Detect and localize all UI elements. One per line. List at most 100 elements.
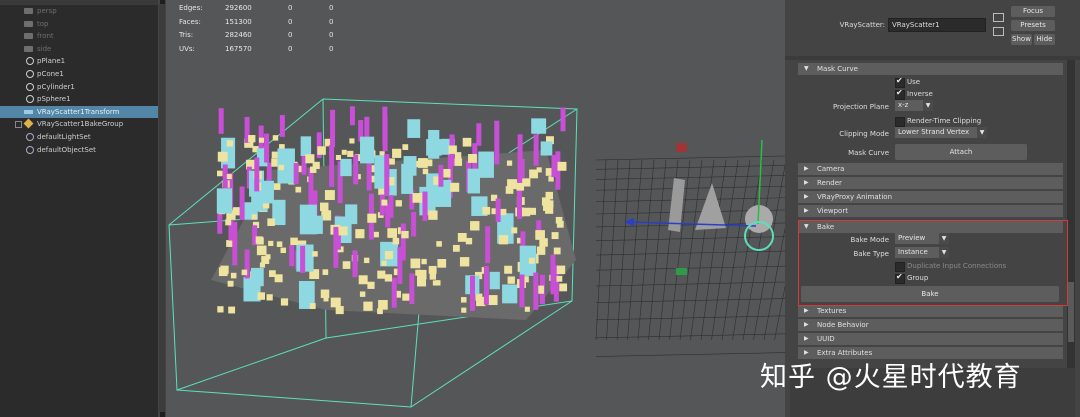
scatter-instance (556, 275, 563, 282)
scatter-instance (417, 277, 427, 287)
scatter-instance (557, 161, 567, 171)
section-title: UUID (817, 335, 835, 343)
scatter-instance (290, 237, 298, 246)
focus-input-icon[interactable] (993, 13, 1004, 22)
section-camera[interactable]: ▶ Camera (798, 163, 1063, 175)
scatter-instance (387, 228, 398, 238)
section-textures[interactable]: ▶ Textures (798, 305, 1063, 317)
attach-button[interactable]: Attach (895, 144, 1027, 160)
scatter-instance (556, 220, 564, 228)
scatter-instance (289, 244, 295, 267)
light-icon-green[interactable] (676, 268, 687, 275)
light-icon-red[interactable] (676, 143, 687, 152)
scatter-instance (516, 182, 525, 191)
scatter-instance (322, 269, 329, 275)
scatter-instance (363, 301, 373, 311)
show-button[interactable]: Show (1011, 34, 1032, 45)
scatter-instance (436, 241, 442, 247)
outliner-item[interactable]: top (0, 18, 158, 30)
focus-output-icon[interactable] (993, 27, 1004, 36)
scatter-instance (268, 240, 274, 247)
scatter-instance (454, 158, 463, 166)
outliner-item[interactable]: VRayScatter1Transform (0, 105, 158, 118)
scatter-instance (407, 119, 421, 138)
section-render[interactable]: ▶ Render (798, 177, 1063, 189)
scatter-instance (528, 257, 535, 264)
scatter-instance (494, 120, 500, 165)
scatter-instance (384, 251, 394, 260)
scene-canvas[interactable] (166, 0, 785, 417)
scatter-instance (395, 200, 402, 207)
scatter-instance (437, 259, 447, 268)
scatter-instance (274, 274, 283, 283)
scatter-instance (226, 140, 233, 147)
scatter-instance (312, 251, 318, 257)
outliner-item[interactable]: side (0, 43, 158, 55)
render-time-clipping-label: Render-Time Clipping (907, 117, 982, 125)
scatter-instance (254, 157, 260, 192)
section-mask-curve[interactable]: ▼ Mask Curve (798, 63, 1063, 75)
scatter-instance (324, 190, 335, 200)
outliner-item[interactable]: pCylinder1 (0, 81, 158, 93)
outliner-item-label: pSphere1 (37, 95, 71, 104)
outliner-item[interactable]: persp (0, 5, 158, 17)
projection-plane-dropdown[interactable]: x-z ▼ (895, 100, 933, 111)
section-vrayproxy-animation[interactable]: ▶ VRayProxy Animation (798, 191, 1063, 203)
scatter-instance (412, 193, 423, 203)
scatter-instance (251, 214, 257, 220)
mesh-icon (26, 70, 34, 78)
use-checkbox[interactable] (895, 76, 905, 88)
scatter-instance (524, 306, 530, 312)
scatter-instance (519, 158, 525, 179)
attribute-scroll-thumb[interactable] (1068, 282, 1074, 342)
scatter-instance (250, 267, 264, 287)
scatter-instance (355, 229, 365, 239)
outliner-scroll-thumb[interactable] (159, 4, 165, 412)
scatter-instance (550, 254, 556, 295)
node-name-field[interactable]: VRayScatter1 (888, 18, 986, 32)
outliner-item-label: side (37, 44, 52, 53)
scatter-instance (498, 235, 509, 245)
section-uuid[interactable]: ▶ UUID (798, 333, 1063, 345)
scatter-instance (338, 226, 348, 236)
scatter-instance (507, 179, 518, 190)
camera-icon (24, 20, 33, 27)
scatter-instance (428, 210, 438, 220)
scatter-instance (228, 306, 236, 314)
scatter-instance (422, 168, 429, 175)
outliner-item[interactable]: VRayScatter1BakeGroup (0, 118, 158, 130)
outliner-item[interactable]: front (0, 30, 158, 42)
clipping-mode-dropdown[interactable]: Lower Strand Vertex ▼ (895, 127, 987, 138)
collapsed-triangle-icon: ▶ (804, 193, 809, 200)
scatter-instance (511, 227, 518, 234)
scatter-instance (519, 274, 525, 308)
clipping-mode-value: Lower Strand Vertex (898, 128, 970, 136)
inverse-label: Inverse (907, 90, 933, 98)
mesh-icon (26, 57, 34, 66)
outliner-item[interactable]: defaultLightSet (0, 131, 158, 143)
scatter-instance (478, 151, 494, 178)
viewport-3d[interactable]: Edges: 292600 0 0 Faces: 151300 0 0 Tris: 282460 0… (166, 0, 785, 417)
render-time-clipping-checkbox[interactable] (895, 117, 905, 127)
scatter-instance (388, 158, 395, 165)
outliner-item[interactable]: pCone1 (0, 68, 158, 80)
scatter-instance (402, 144, 409, 150)
scatter-instance (300, 136, 312, 157)
section-viewport[interactable]: ▶ Viewport (798, 205, 1063, 217)
expand-plus-icon[interactable] (15, 121, 22, 129)
set-icon (26, 145, 34, 154)
outliner-item[interactable]: pPlane1 (0, 55, 158, 67)
inverse-checkbox[interactable] (895, 88, 905, 100)
focus-button[interactable]: Focus (1011, 6, 1055, 17)
hide-button[interactable]: Hide (1034, 34, 1055, 45)
section-node-behavior[interactable]: ▶ Node Behavior (798, 319, 1063, 331)
outliner-item[interactable]: defaultObjectSet (0, 144, 158, 156)
presets-button[interactable]: Presets (1011, 20, 1055, 31)
camera-icon (24, 45, 33, 52)
collapsed-triangle-icon: ▶ (804, 207, 809, 214)
scatter-instance (432, 280, 438, 286)
outliner-item[interactable]: pSphere1 (0, 93, 158, 105)
outliner-item-label: defaultObjectSet (37, 145, 96, 154)
scatter-instance (533, 272, 539, 310)
scatter-instance (312, 161, 320, 169)
